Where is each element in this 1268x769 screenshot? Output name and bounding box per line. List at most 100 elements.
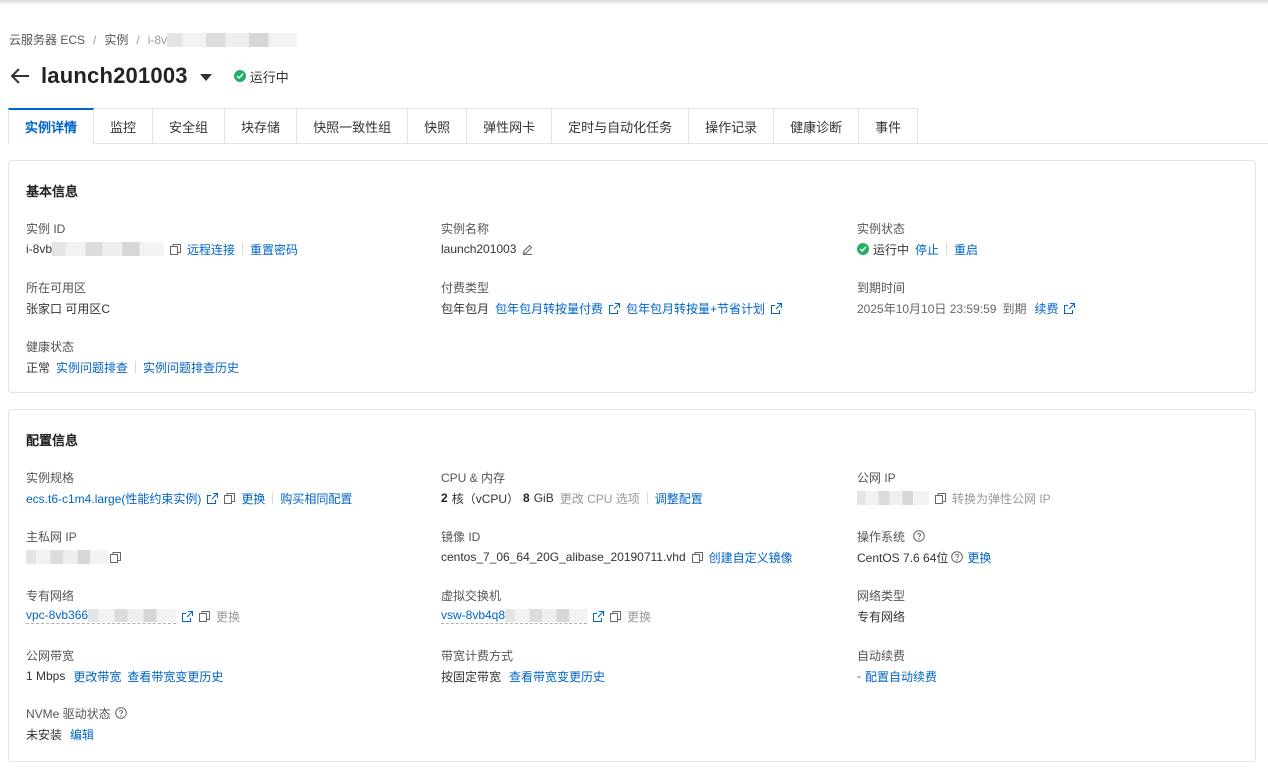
nvme-value: 未安装 — [26, 727, 63, 742]
copy-icon[interactable] — [935, 492, 946, 504]
os-change-link[interactable]: 更换 — [967, 549, 991, 566]
field-label: 实例名称 — [441, 221, 490, 236]
tab-bar: 实例详情 监控 安全组 块存储 快照一致性组 快照 弹性网卡 定时与自动化任务 … — [8, 108, 1268, 144]
network-type-field: 网络类型 专有网络 — [857, 587, 905, 624]
memory-unit: GiB — [533, 491, 554, 505]
status-text: 运行中 — [249, 69, 289, 85]
renew-link[interactable]: 续费 — [1034, 300, 1058, 317]
masked-text — [88, 609, 177, 623]
image-id-field: 镜像 ID centos_7_06_64_20G_alibase_2019071… — [441, 528, 793, 565]
bandwidth-history-link[interactable]: 查看带宽变更历史 — [127, 668, 223, 685]
help-icon[interactable] — [951, 551, 964, 563]
masked-text — [505, 609, 588, 623]
field-label: 健康状态 — [26, 339, 75, 354]
tab-health-diagnosis[interactable]: 健康诊断 — [774, 108, 860, 144]
bw-billing-value: 按固定带宽 — [441, 669, 502, 684]
field-label: 自动续费 — [857, 648, 906, 663]
basic-info-card: 基本信息 实例 ID i-8vb 远程连接 重置密码 实例名称 launch20… — [8, 160, 1256, 393]
adjust-config-link[interactable]: 调整配置 — [655, 490, 703, 507]
divider — [242, 243, 244, 255]
copy-icon[interactable] — [170, 243, 182, 255]
external-link-icon[interactable] — [182, 610, 194, 622]
copy-icon[interactable] — [610, 610, 622, 622]
tab-events[interactable]: 事件 — [859, 108, 919, 144]
caret-down-icon[interactable] — [199, 73, 212, 81]
bandwidth-value: 1 Mbps — [26, 669, 66, 683]
auto-renew-link[interactable]: 配置自动续费 — [865, 668, 937, 685]
troubleshoot-link[interactable]: 实例问题排查 — [56, 359, 128, 376]
help-icon[interactable] — [114, 707, 127, 719]
billing-field: 付费类型 包年包月 包年包月转按量付费 包年包月转按量+节省计划 — [441, 279, 783, 317]
buy-same-link[interactable]: 购买相同配置 — [280, 490, 352, 507]
help-icon[interactable] — [913, 530, 925, 542]
field-label: NVMe 驱动状态 — [26, 706, 111, 721]
copy-icon[interactable] — [691, 551, 703, 563]
stop-link[interactable]: 停止 — [915, 241, 939, 258]
instance-status-field: 实例状态 运行中 停止 重启 — [857, 220, 978, 257]
vpc-link[interactable]: vpc-8vb366 — [26, 607, 177, 625]
check-circle-icon — [233, 70, 246, 82]
spec-link[interactable]: ecs.t6-c1m4.large(性能约束实例) — [26, 490, 201, 507]
field-label: 专有网络 — [26, 588, 75, 603]
reset-password-link[interactable]: 重置密码 — [250, 241, 298, 258]
field-label: 镜像 ID — [441, 529, 481, 544]
memory-value: 8 — [523, 491, 530, 505]
back-arrow-icon[interactable] — [9, 65, 31, 87]
tab-monitoring[interactable]: 监控 — [94, 108, 154, 144]
breadcrumb-current: i-8v — [147, 32, 168, 47]
external-link-icon[interactable] — [609, 302, 621, 314]
field-label: 主私网 IP — [26, 529, 77, 544]
tab-eni[interactable]: 弹性网卡 — [467, 108, 553, 144]
field-label: 公网 IP — [857, 470, 896, 485]
expire-suffix: 到期 — [1002, 301, 1027, 316]
tab-instance-details[interactable]: 实例详情 — [8, 108, 95, 144]
copy-icon[interactable] — [199, 610, 211, 622]
remote-connect-link[interactable]: 远程连接 — [187, 241, 235, 258]
auto-renew-value: - — [857, 669, 861, 683]
change-spec-link[interactable]: 更换 — [241, 490, 265, 507]
tab-operation-logs[interactable]: 操作记录 — [689, 108, 775, 144]
field-label: 实例状态 — [857, 221, 906, 236]
troubleshoot-history-link[interactable]: 实例问题排查历史 — [143, 359, 239, 376]
breadcrumb-instances[interactable]: 实例 — [104, 31, 128, 48]
auto-renew-field: 自动续费 - 配置自动续费 — [857, 647, 937, 684]
network-type-value: 专有网络 — [857, 609, 906, 624]
tab-snapshot-consistency-groups[interactable]: 快照一致性组 — [297, 108, 409, 144]
expire-time: 2025年10月10日 23:59:59 — [857, 301, 997, 316]
page-header: launch201003 运行中 — [9, 62, 289, 90]
divider — [272, 492, 274, 504]
tab-snapshots[interactable]: 快照 — [408, 108, 468, 144]
image-id-value: centos_7_06_64_20G_alibase_20190711.vhd — [441, 550, 686, 564]
field-label: 虚拟交换机 — [441, 588, 502, 603]
create-image-link[interactable]: 创建自定义镜像 — [709, 549, 793, 566]
vpc-field: 专有网络 vpc-8vb366 更换 — [26, 587, 240, 625]
tab-block-storage[interactable]: 块存储 — [225, 108, 298, 144]
bw-billing-history-link[interactable]: 查看带宽变更历史 — [509, 668, 605, 685]
zone-value: 张家口 可用区C — [26, 301, 111, 316]
os-field: 操作系统 CentOS 7.6 64位 更换 — [857, 528, 991, 565]
copy-icon[interactable] — [224, 492, 236, 504]
external-link-icon[interactable] — [593, 610, 605, 622]
restart-link[interactable]: 重启 — [954, 241, 978, 258]
nvme-edit-link[interactable]: 编辑 — [70, 726, 94, 743]
os-value: CentOS 7.6 64位 — [857, 550, 949, 565]
change-bandwidth-link[interactable]: 更改带宽 — [73, 668, 121, 685]
section-title: 基本信息 — [26, 184, 79, 199]
external-link-icon[interactable] — [1064, 302, 1076, 314]
nvme-field: NVMe 驱动状态 未安装 编辑 — [26, 705, 127, 742]
vpc-id: vpc-8vb366 — [26, 607, 89, 622]
edit-icon[interactable] — [522, 244, 533, 255]
tab-security-groups[interactable]: 安全组 — [153, 108, 226, 144]
instance-id-field: 实例 ID i-8vb 远程连接 重置密码 — [26, 220, 298, 257]
divider — [946, 243, 948, 255]
external-link-icon[interactable] — [207, 492, 219, 504]
breadcrumb-ecs[interactable]: 云服务器 ECS — [9, 31, 85, 48]
copy-icon[interactable] — [110, 551, 121, 563]
tab-scheduled-tasks[interactable]: 定时与自动化任务 — [552, 108, 690, 144]
page-title: launch201003 — [41, 63, 188, 88]
cpu-memory-field: CPU & 内存 2 核（vCPU） 8 GiB 更改 CPU 选项 调整配置 — [441, 469, 703, 506]
billing-savings-plan-link[interactable]: 包年包月转按量+节省计划 — [626, 300, 765, 317]
external-link-icon[interactable] — [771, 302, 783, 314]
billing-convert-link[interactable]: 包年包月转按量付费 — [495, 300, 603, 317]
vswitch-link[interactable]: vsw-8vb4q8 — [441, 608, 588, 625]
